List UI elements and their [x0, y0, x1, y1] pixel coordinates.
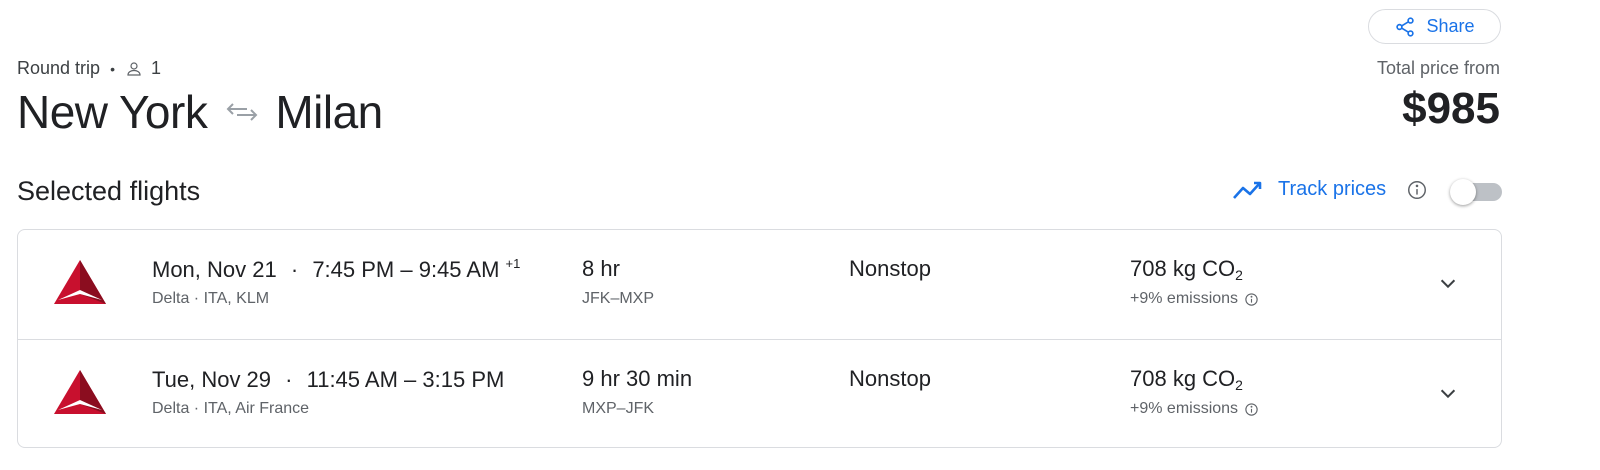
flights-card: Mon, Nov 21 · 7:45 PM – 9:45 AM +1 Delta…: [17, 229, 1502, 448]
share-icon: [1396, 16, 1415, 37]
day-offset: +1: [505, 256, 521, 271]
trip-type: Round trip: [17, 58, 101, 78]
delta-logo-icon: [54, 370, 106, 414]
trip-meta: Round trip • 1: [17, 58, 161, 79]
track-prices-toggle[interactable]: [1450, 179, 1502, 205]
emissions-label: +9% emissions: [1130, 400, 1239, 417]
emissions-note: +9% emissions: [1130, 290, 1259, 308]
info-icon[interactable]: [1406, 179, 1428, 201]
time-separator: ·: [285, 367, 293, 392]
carriers: Delta · ITA, Air France: [152, 400, 310, 417]
stops: Nonstop: [849, 366, 931, 391]
flight-date: Tue, Nov 29: [152, 367, 272, 392]
share-button[interactable]: Share: [1368, 9, 1501, 44]
emissions-label: +9% emissions: [1130, 290, 1239, 307]
duration: 8 hr: [582, 256, 620, 281]
carriers: Delta · ITA, KLM: [152, 290, 270, 307]
airports: JFK–MXP: [582, 290, 655, 307]
info-icon[interactable]: [1244, 292, 1259, 307]
co2-subscript: 2: [1235, 267, 1243, 283]
co2-amount: 708 kg CO2: [1130, 256, 1243, 283]
expand-button[interactable]: [1431, 378, 1465, 408]
price-label: Total price from: [1376, 58, 1500, 78]
flight-summary-page: Share Round trip • 1 New York Milan Tota…: [0, 0, 1600, 470]
person-icon: [127, 61, 141, 76]
co2-value: 708 kg CO: [1130, 366, 1236, 391]
track-prices-label: Track prices: [1278, 178, 1387, 200]
stops: Nonstop: [849, 256, 931, 281]
co2-amount: 708 kg CO2: [1130, 366, 1243, 393]
chevron-down-icon: [1440, 389, 1456, 399]
destination-city: Milan: [275, 86, 383, 138]
share-label: Share: [1426, 16, 1475, 36]
flight-times: Mon, Nov 21 · 7:45 PM – 9:45 AM +1: [152, 256, 520, 283]
emissions-note: +9% emissions: [1130, 400, 1259, 418]
track-prices[interactable]: Track prices: [1232, 178, 1428, 201]
origin-city: New York: [17, 86, 208, 138]
expand-button[interactable]: [1431, 268, 1465, 298]
section-title: Selected flights: [17, 176, 201, 206]
flight-time-range: 7:45 PM – 9:45 AM: [312, 257, 500, 282]
toggle-knob: [1450, 179, 1476, 205]
flight-date: Mon, Nov 21: [152, 257, 277, 282]
route-title: New York Milan: [17, 85, 383, 139]
swap-arrows-icon: [226, 103, 258, 121]
flight-time-range: 11:45 AM – 3:15 PM: [306, 367, 505, 392]
flight-row[interactable]: Mon, Nov 21 · 7:45 PM – 9:45 AM +1 Delta…: [18, 230, 1501, 339]
delta-logo-icon: [54, 260, 106, 304]
meta-separator: •: [110, 60, 115, 77]
passenger-count: 1: [150, 58, 161, 78]
time-separator: ·: [290, 257, 299, 282]
duration: 9 hr 30 min: [582, 366, 693, 391]
trend-icon: [1233, 181, 1262, 199]
co2-value: 708 kg CO: [1130, 256, 1236, 281]
flight-row[interactable]: Tue, Nov 29 · 11:45 AM – 3:15 PM Delta ·…: [18, 339, 1501, 447]
flight-times: Tue, Nov 29 · 11:45 AM – 3:15 PM: [152, 366, 504, 393]
chevron-down-icon: [1440, 279, 1456, 289]
co2-subscript: 2: [1235, 377, 1243, 393]
total-price: $985: [1402, 84, 1500, 133]
info-icon[interactable]: [1244, 402, 1259, 417]
airports: MXP–JFK: [582, 400, 655, 417]
